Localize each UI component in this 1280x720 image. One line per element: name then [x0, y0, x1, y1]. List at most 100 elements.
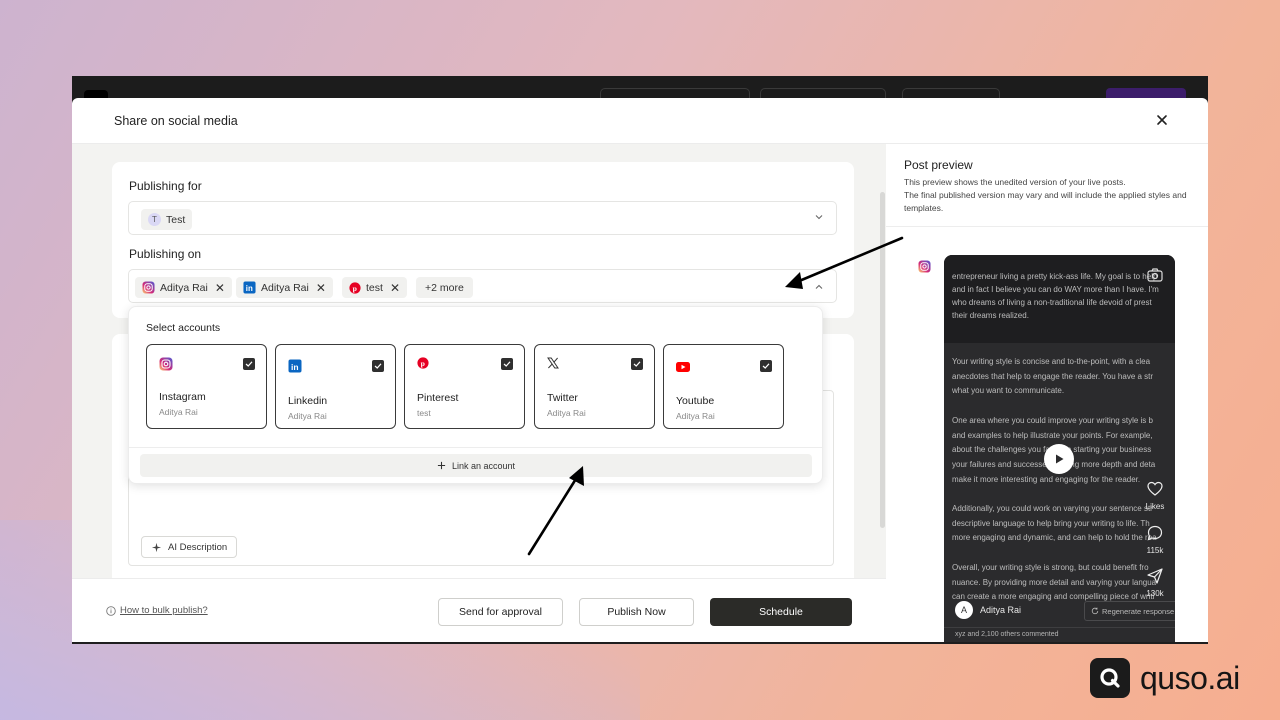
chip-label: test	[366, 281, 383, 294]
svg-text:in: in	[246, 284, 253, 293]
instagram-icon	[159, 357, 173, 371]
account-platform: Pinterest	[417, 392, 459, 404]
select-accounts-dropdown: Select accounts Instagram Aditya Rai in …	[128, 306, 823, 484]
instagram-icon	[142, 281, 155, 294]
account-card-pinterest[interactable]: p Pinterest test	[404, 344, 525, 429]
instagram-icon[interactable]	[918, 260, 931, 273]
regenerate-response-button[interactable]: Regenerate response	[1084, 601, 1175, 621]
publishing-on-label: Publishing on	[129, 247, 202, 261]
preview-text-line: One area where you could improve your wr…	[952, 415, 1153, 425]
account-user: Aditya Rai	[288, 411, 327, 421]
schedule-button[interactable]: Schedule	[710, 598, 852, 626]
preview-text-line: more engaging and dynamic, and can help …	[952, 533, 1157, 543]
divider	[129, 447, 822, 448]
send-for-approval-button[interactable]: Send for approval	[438, 598, 563, 626]
preview-text-line: nuance. By providing more detail and var…	[952, 577, 1157, 587]
likes-label: Likes	[1145, 502, 1165, 511]
svg-text:p: p	[421, 359, 425, 368]
remove-chip-icon[interactable]: ✕	[215, 281, 225, 295]
linkedin-icon: in	[243, 281, 256, 294]
refresh-icon	[1091, 607, 1099, 615]
linkedin-icon: in	[288, 359, 302, 373]
select-accounts-title: Select accounts	[146, 322, 221, 334]
comment-icon[interactable]	[1146, 524, 1164, 542]
more-accounts-chip[interactable]: +2 more	[416, 277, 473, 298]
heart-icon[interactable]	[1146, 480, 1164, 498]
publishing-on-select[interactable]: Aditya Rai ✕ in Aditya Rai ✕ p test ✕ +2…	[128, 269, 837, 303]
checkbox-checked-icon[interactable]	[372, 360, 384, 372]
brand-name: quso.ai	[1140, 659, 1240, 696]
account-platform: Instagram	[159, 391, 206, 403]
chip-linkedin: in Aditya Rai ✕	[236, 277, 333, 298]
account-user: Aditya Rai	[159, 407, 198, 417]
avatar: A	[955, 601, 973, 619]
account-card-youtube[interactable]: Youtube Aditya Rai	[663, 344, 784, 429]
preview-text-line: Your writing style is concise and to-the…	[952, 357, 1151, 366]
app-pill-1	[600, 88, 750, 98]
account-user: test	[417, 408, 431, 418]
svg-text:p: p	[353, 284, 357, 293]
link-account-label: Link an account	[451, 460, 516, 471]
checkbox-checked-icon[interactable]	[631, 358, 643, 370]
pinterest-icon: p	[349, 281, 361, 294]
preview-text-line: descriptive language to help bring your …	[952, 518, 1150, 528]
play-icon	[1056, 454, 1064, 464]
author-name: Aditya Rai	[980, 605, 1022, 615]
account-platform: Linkedin	[288, 395, 328, 407]
publish-now-button[interactable]: Publish Now	[579, 598, 694, 626]
post-preview-description: This preview shows the unedited version …	[904, 176, 1200, 215]
preview-text-line: what you want to communicate.	[952, 386, 1065, 396]
modal-title: Share on social media	[114, 114, 238, 128]
app-pill-2	[760, 88, 886, 98]
bulk-publish-link[interactable]: How to bulk publish?	[106, 605, 208, 616]
divider	[944, 627, 1175, 628]
brand-logo: quso.ai	[1090, 658, 1240, 698]
link-account-button[interactable]: Link an account	[140, 454, 812, 477]
pinterest-icon: p	[417, 357, 429, 369]
remove-chip-icon[interactable]: ✕	[390, 281, 400, 295]
chevron-up-icon[interactable]	[814, 282, 824, 292]
modal-header: Share on social media	[72, 98, 1208, 144]
chevron-down-icon[interactable]	[814, 212, 824, 222]
account-platform: Twitter	[547, 392, 578, 404]
preview-text-line: anecdotes that help to engage the reader…	[952, 371, 1154, 381]
preview-desc-line-1: This preview shows the unedited version …	[904, 177, 1126, 187]
account-card-twitter[interactable]: Twitter Aditya Rai	[534, 344, 655, 429]
brand-avatar: T	[148, 213, 161, 226]
preview-text-line: their dreams realized.	[952, 311, 1029, 320]
account-platform: Youtube	[676, 395, 715, 407]
share-icon[interactable]	[1146, 567, 1164, 585]
comments-count: 115k	[1146, 546, 1164, 555]
chip-label: Aditya Rai	[160, 281, 208, 294]
phone-preview: entrepreneur living a pretty kick-ass li…	[944, 255, 1175, 642]
preview-text-line: make it more interesting and engaging fo…	[952, 474, 1141, 484]
checkbox-checked-icon[interactable]	[243, 358, 255, 370]
bulk-publish-label: How to bulk publish?	[120, 605, 208, 616]
app-pill-3	[902, 88, 1000, 98]
ai-description-button[interactable]: AI Description	[141, 536, 238, 558]
account-user: Aditya Rai	[547, 408, 586, 418]
preview-desc-line-2: The final published version may vary and…	[904, 190, 1187, 213]
publishing-for-label: Publishing for	[129, 179, 202, 193]
shares-count: 130k	[1146, 589, 1164, 598]
youtube-icon	[676, 362, 690, 372]
close-icon[interactable]	[1154, 112, 1170, 128]
ai-description-label: AI Description	[168, 541, 228, 553]
account-card-linkedin[interactable]: in Linkedin Aditya Rai	[275, 344, 396, 429]
modal-footer: How to bulk publish? Send for approval P…	[72, 578, 886, 642]
remove-chip-icon[interactable]: ✕	[316, 281, 326, 295]
scrollbar[interactable]	[880, 192, 885, 528]
play-button[interactable]	[1044, 444, 1074, 474]
checkbox-checked-icon[interactable]	[501, 358, 513, 370]
info-icon	[106, 605, 116, 616]
svg-text:in: in	[291, 362, 299, 372]
brand-chip-label: Test	[166, 213, 186, 226]
x-twitter-icon	[547, 357, 559, 369]
camera-icon[interactable]	[1146, 266, 1164, 284]
chip-instagram: Aditya Rai ✕	[135, 277, 232, 298]
regenerate-label: Regenerate response	[1102, 606, 1175, 616]
checkbox-checked-icon[interactable]	[760, 360, 772, 372]
publishing-for-select[interactable]: T Test	[128, 201, 837, 235]
chip-label: Aditya Rai	[261, 281, 309, 294]
account-card-instagram[interactable]: Instagram Aditya Rai	[146, 344, 267, 429]
